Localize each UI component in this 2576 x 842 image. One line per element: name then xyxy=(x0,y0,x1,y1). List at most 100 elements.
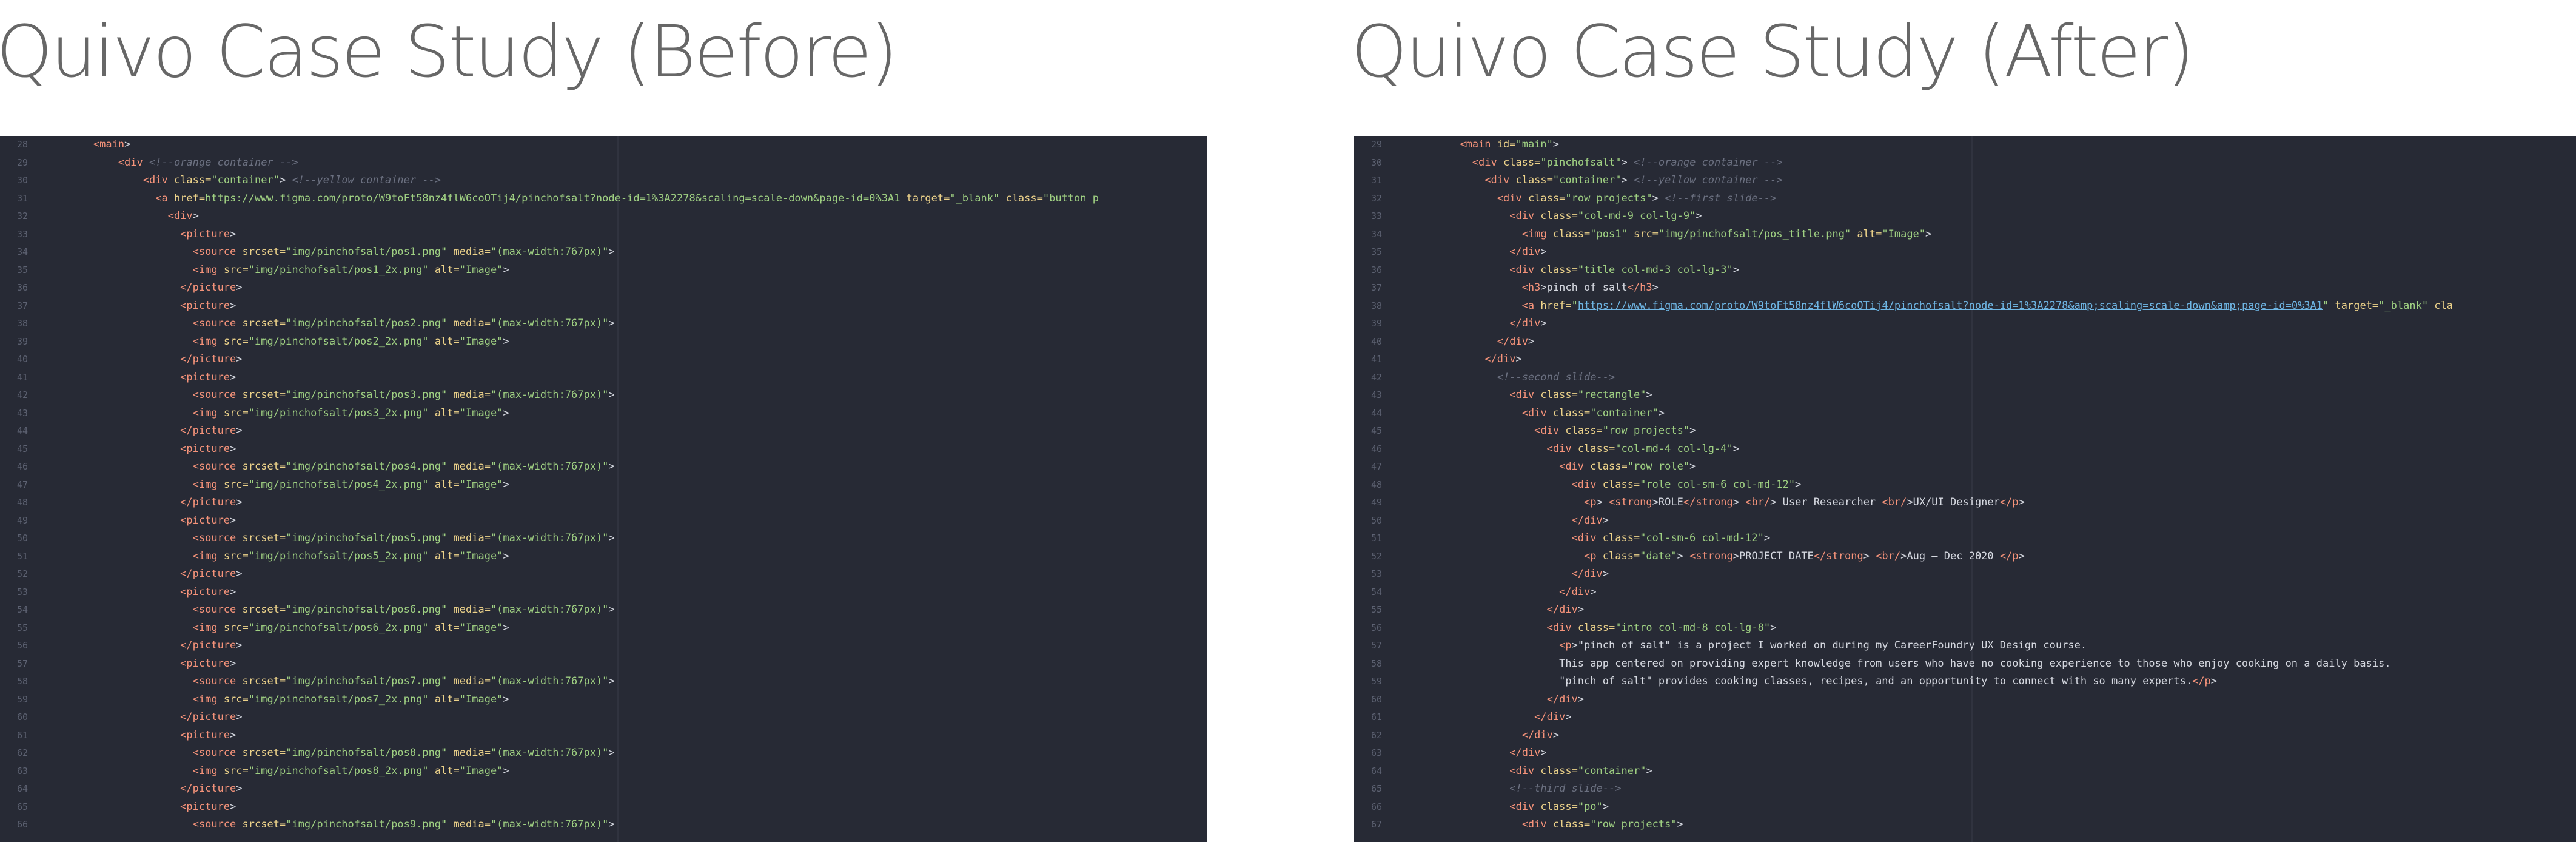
code-token: > xyxy=(279,174,292,186)
code-text: <source srcset="img/pinchofsalt/pos9.png… xyxy=(44,816,615,834)
code-text: <p>"pinch of salt" is a project I worked… xyxy=(1398,637,2087,655)
line-number: 48 xyxy=(1370,479,1382,490)
code-token: > xyxy=(1552,729,1560,741)
code-token: "(max-width:767px)" xyxy=(490,532,609,544)
code-token: class= xyxy=(1596,550,1640,562)
code-token: <a xyxy=(155,192,168,204)
line-number: 39 xyxy=(16,335,28,347)
after-heading: Quivo Case Study (After) xyxy=(1351,10,2195,93)
line-number: 38 xyxy=(1370,300,1382,311)
code-token: "rectangle" xyxy=(1577,389,1646,401)
code-token: "img/pinchofsalt/pos5_2x.png" xyxy=(248,550,429,562)
code-token: "img/pinchofsalt/pos6_2x.png" xyxy=(248,621,429,634)
line-number: 31 xyxy=(1370,175,1382,186)
code-token[interactable]: https://www.figma.com/proto/W9toFt58nz4f… xyxy=(1578,300,2323,312)
code-text: <source srcset="img/pinchofsalt/pos7.png… xyxy=(44,673,615,691)
code-token: > xyxy=(503,621,509,634)
line-number: 57 xyxy=(1370,640,1382,651)
code-token: </div xyxy=(1546,693,1578,706)
code-token: "(max-width:767px)" xyxy=(490,747,609,759)
code-token: class= xyxy=(167,174,212,186)
code-token: <source xyxy=(192,389,236,401)
code-token: > xyxy=(503,764,509,777)
code-token: > xyxy=(1925,227,1932,240)
code-token: class= xyxy=(999,192,1043,204)
line-number: 40 xyxy=(1370,335,1382,347)
code-token: "img/pinchofsalt/pos1_2x.png" xyxy=(248,263,429,276)
code-token: <div xyxy=(1472,156,1497,169)
after-code-editor[interactable]: 29 <main id="main"> 30 <div class="pinchofs… xyxy=(1354,136,2576,842)
before-code-editor[interactable]: 28 <main> 29 <div <!--orange container --> 3… xyxy=(0,136,1207,842)
code-token: > xyxy=(2018,550,2025,562)
indent-guide xyxy=(617,136,619,842)
code-token: alt= xyxy=(428,335,460,348)
line-number: 41 xyxy=(1370,354,1382,365)
code-token: <!--yellow container --> xyxy=(1633,174,1783,186)
line-number: 51 xyxy=(16,550,28,562)
code-token: "container" xyxy=(1590,406,1659,419)
line-number: 42 xyxy=(1370,371,1382,383)
code-text: <main> xyxy=(44,136,130,154)
code-token: > xyxy=(1577,693,1585,706)
code-token: > xyxy=(503,693,509,706)
code-text: </div> xyxy=(1398,315,1546,333)
code-token: "img/pinchofsalt/pos2_2x.png" xyxy=(248,335,429,348)
code-token: > xyxy=(2210,675,2218,687)
code-token: > xyxy=(1590,585,1597,598)
code-token: <source xyxy=(192,675,236,687)
code-token: "img/pinchofsalt/pos7_2x.png" xyxy=(248,693,429,706)
code-token: "img/pinchofsalt/pos8_2x.png" xyxy=(248,764,429,777)
code-token: class= xyxy=(1534,764,1578,777)
code-text: <picture> xyxy=(44,584,236,602)
code-token: "(max-width:767px)" xyxy=(490,460,609,473)
code-token: > xyxy=(1732,442,1739,455)
line-number: 44 xyxy=(1370,407,1382,419)
code-token: class= xyxy=(1596,532,1640,544)
code-token: srcset= xyxy=(236,747,286,759)
code-text: <div class="container"> <!--yellow conta… xyxy=(44,172,441,190)
code-text: <h3>pinch of salt</h3> xyxy=(1398,279,1659,297)
line-number: 35 xyxy=(1370,246,1382,257)
code-token: > xyxy=(1652,192,1665,204)
code-token: srcset= xyxy=(236,818,286,830)
code-token: <img xyxy=(192,406,218,419)
line-number: 55 xyxy=(16,622,28,633)
code-text: <img src="img/pinchofsalt/pos1_2x.png" a… xyxy=(44,261,509,280)
line-number: 56 xyxy=(16,640,28,651)
code-token: <div xyxy=(1521,818,1547,830)
code-token: class= xyxy=(1559,425,1603,437)
line-number: 64 xyxy=(16,783,28,794)
line-number: 29 xyxy=(1370,139,1382,150)
code-token: media= xyxy=(447,460,491,473)
line-number: 49 xyxy=(1370,497,1382,508)
code-token: "(max-width:767px)" xyxy=(490,675,609,687)
code-token: <div xyxy=(1509,210,1535,222)
code-token: "img/pinchofsalt/pos5.png" xyxy=(286,532,448,544)
code-token: src= xyxy=(217,550,249,562)
code-token: src= xyxy=(217,693,249,706)
code-text: <div class="title col-md-3 col-lg-3"> xyxy=(1398,261,1739,280)
code-token: alt= xyxy=(428,478,460,491)
code-token: <strong xyxy=(1689,550,1733,562)
code-token: > xyxy=(1689,460,1696,473)
code-token: > xyxy=(236,425,243,437)
code-text: <div class="po"> xyxy=(1398,798,1609,817)
code-token: alt= xyxy=(428,263,460,276)
code-token: </div xyxy=(1571,568,1603,580)
code-token: srcset= xyxy=(236,460,286,473)
code-token: srcset= xyxy=(236,389,286,401)
line-number: 50 xyxy=(1370,514,1382,526)
code-token: "(max-width:767px)" xyxy=(490,317,609,329)
code-token: <source xyxy=(192,818,236,830)
code-token: <div xyxy=(1571,532,1597,544)
code-text: <source srcset="img/pinchofsalt/pos4.png… xyxy=(44,458,615,476)
code-text: <picture> xyxy=(44,226,236,244)
line-number: 62 xyxy=(16,747,28,758)
code-text: <img class="pos1" src="img/pinchofsalt/p… xyxy=(1398,226,1932,244)
code-text: <div class="intro col-md-8 col-lg-8"> xyxy=(1398,619,1777,638)
code-token: <!--third slide--> xyxy=(1509,783,1622,795)
code-token: > xyxy=(608,389,615,401)
code-token: class= xyxy=(1534,389,1578,401)
before-heading: Quivo Case Study (Before) xyxy=(0,10,898,93)
code-token: class= xyxy=(1534,210,1578,222)
